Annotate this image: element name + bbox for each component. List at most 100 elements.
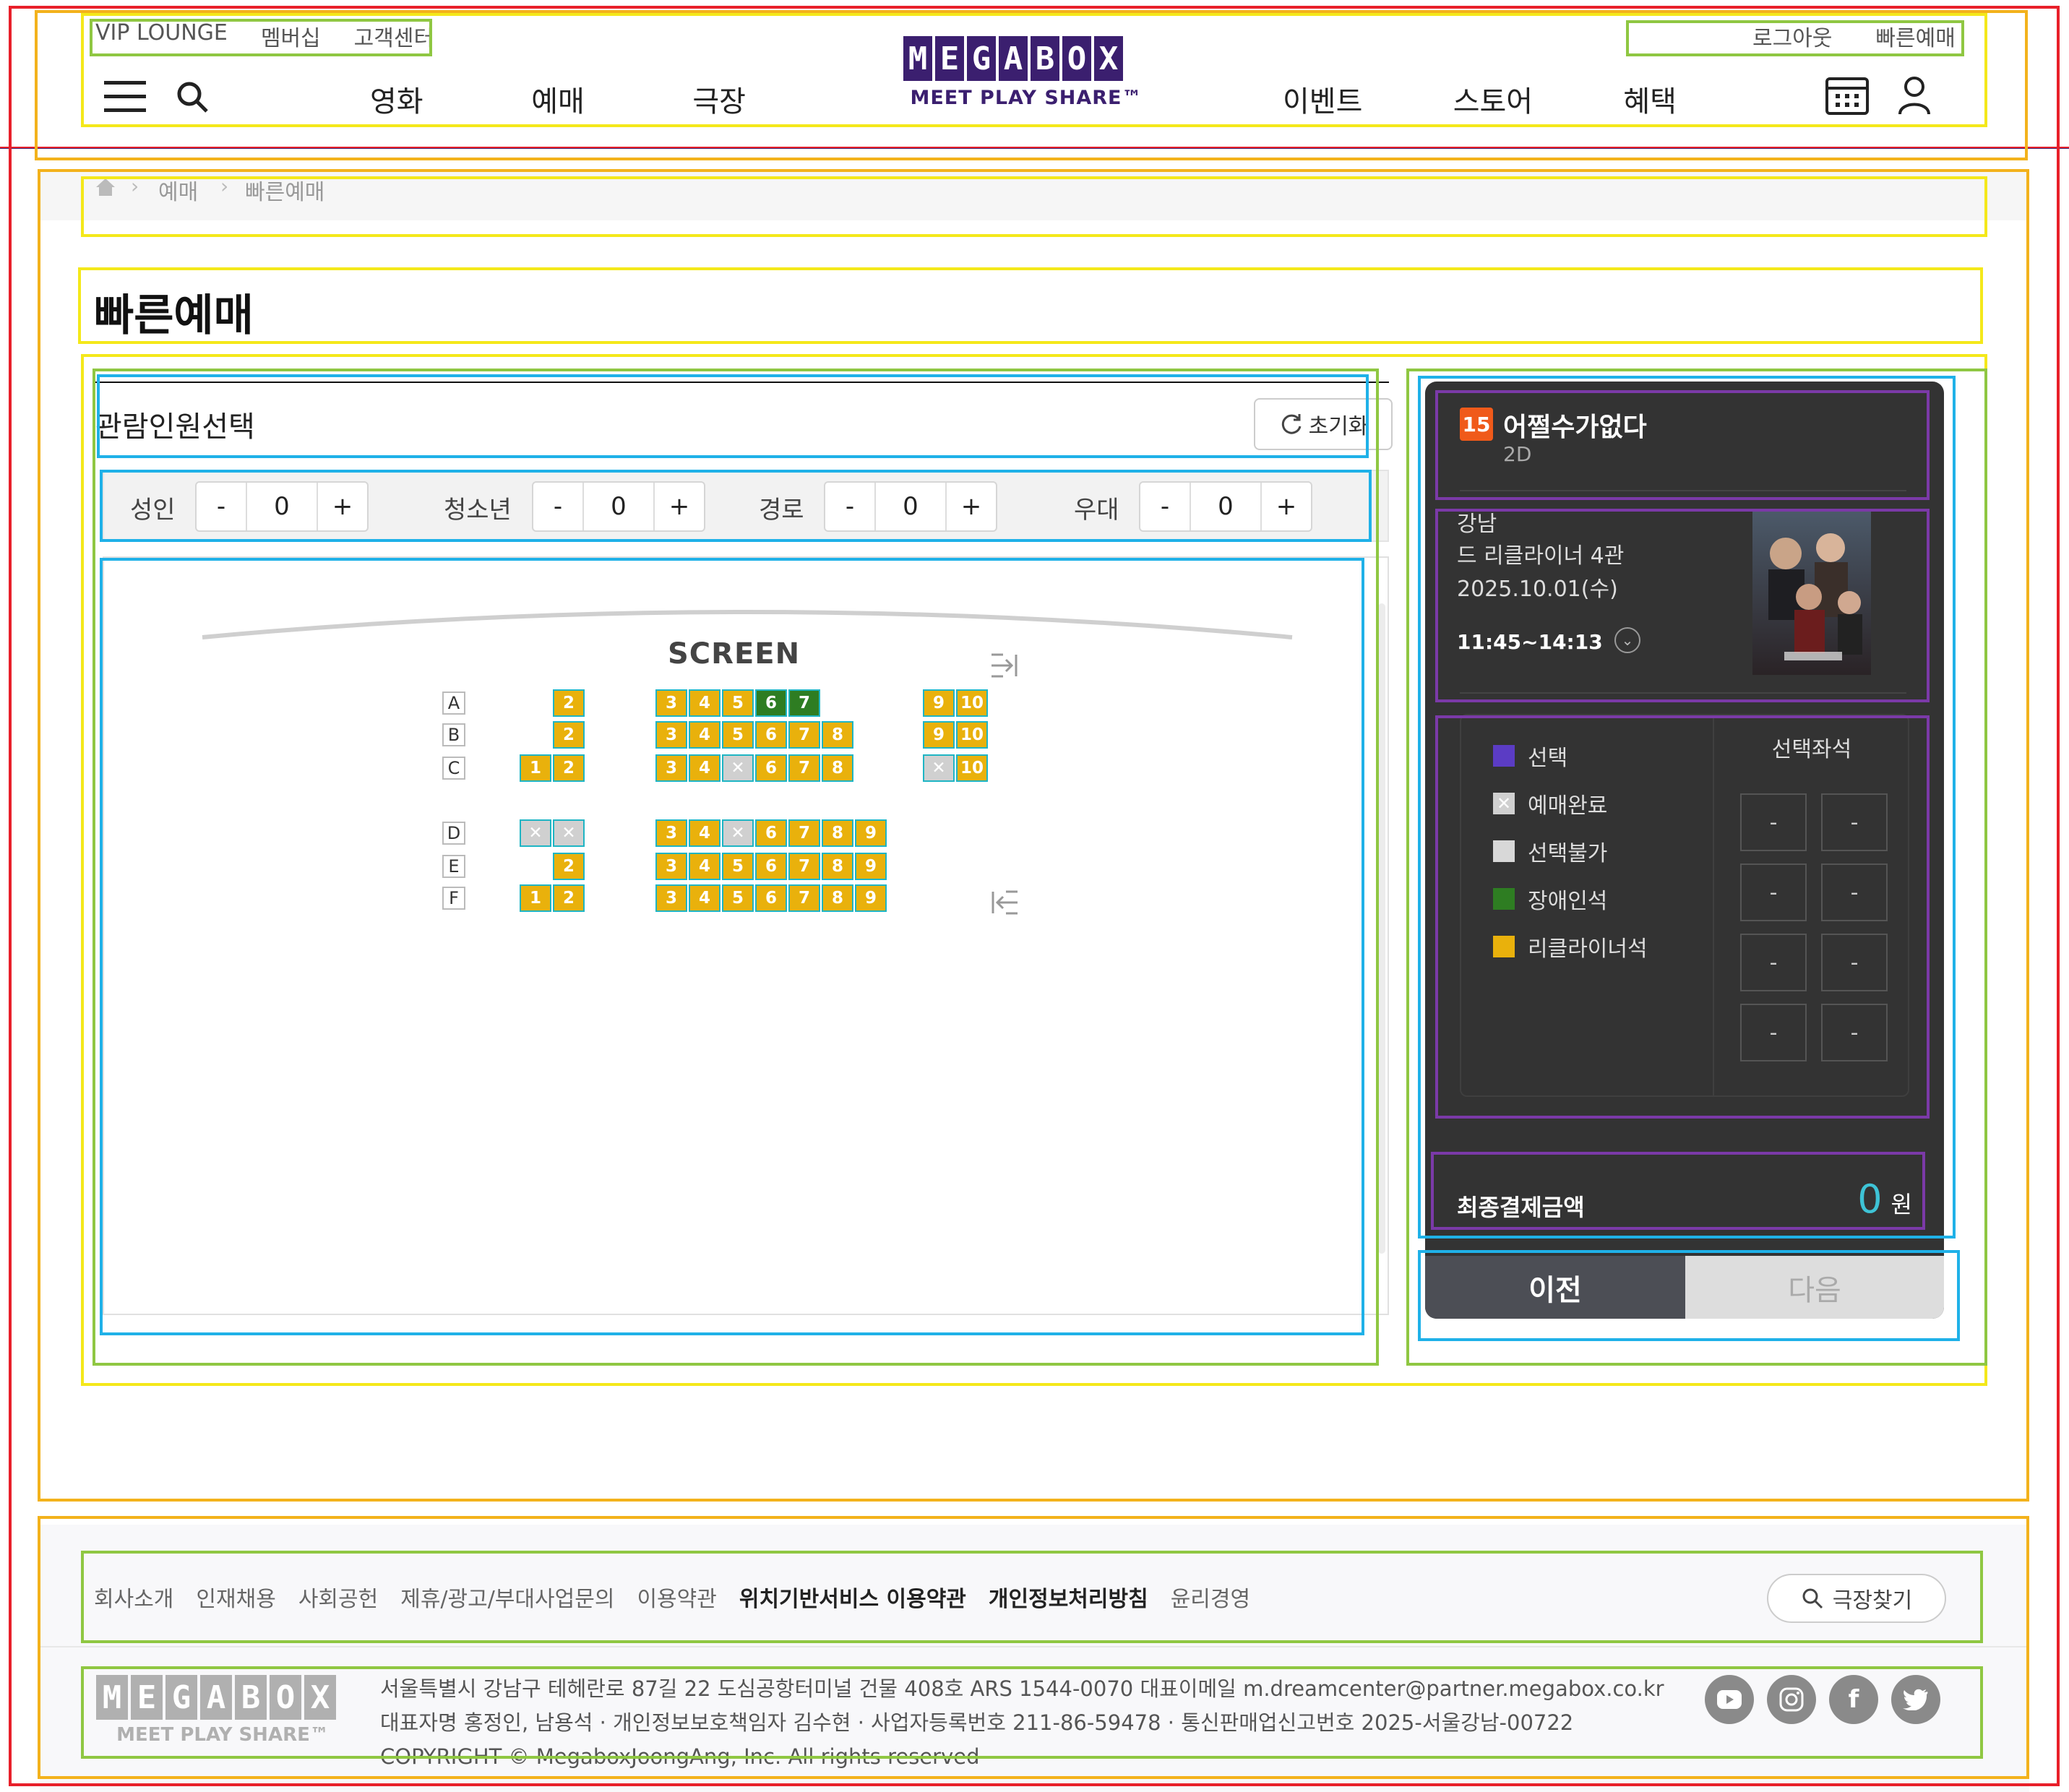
footer-link-social[interactable]: 사회공헌 <box>298 1581 378 1613</box>
seat-e-3[interactable]: 3 <box>655 853 687 880</box>
footer-link-privacy[interactable]: 개인정보처리방침 <box>989 1581 1148 1613</box>
seat-b-8[interactable]: 8 <box>822 721 853 749</box>
megabox-logo[interactable]: MEGABOX MEET PLAY SHARE™ <box>903 36 1149 109</box>
seat-b-9[interactable]: 9 <box>923 721 955 749</box>
seat-a-2[interactable]: 2 <box>553 689 585 717</box>
seat-c-8[interactable]: 8 <box>822 754 853 782</box>
seat-c-2[interactable]: 2 <box>553 754 585 782</box>
seat-d-4[interactable]: 4 <box>689 819 721 847</box>
find-theater-button[interactable]: 극장찾기 <box>1767 1574 1946 1623</box>
seat-c-10[interactable]: 10 <box>956 754 988 782</box>
seat-f-9[interactable]: 9 <box>855 884 887 912</box>
seat-f-5[interactable]: 5 <box>722 884 754 912</box>
youth-plus-button[interactable]: + <box>655 483 704 530</box>
nav-store[interactable]: 스토어 <box>1453 78 1533 120</box>
vip-lounge-link[interactable]: VIP LOUNGE <box>95 20 228 52</box>
seat-c-7[interactable]: 7 <box>788 754 820 782</box>
seat-b-2[interactable]: 2 <box>553 721 585 749</box>
seat-f-3[interactable]: 3 <box>655 884 687 912</box>
row-label-f: F <box>442 887 465 910</box>
seat-f-7[interactable]: 7 <box>788 884 820 912</box>
youth-label: 청소년 <box>444 496 512 525</box>
footer-logo-letter: O <box>270 1675 301 1720</box>
seat-d-6[interactable]: 6 <box>755 819 787 847</box>
seat-a-3[interactable]: 3 <box>655 689 687 717</box>
seat-a-10[interactable]: 10 <box>956 689 988 717</box>
nav-booking[interactable]: 예매 <box>531 78 585 120</box>
seat-a-4[interactable]: 4 <box>689 689 721 717</box>
seat-e-2[interactable]: 2 <box>553 853 585 880</box>
seat-d-8[interactable]: 8 <box>822 819 853 847</box>
seat-c-3[interactable]: 3 <box>655 754 687 782</box>
footer-link-terms[interactable]: 이용약관 <box>637 1581 716 1613</box>
footer-logo-letters: MEGABOX <box>96 1675 349 1720</box>
seat-e-7[interactable]: 7 <box>788 853 820 880</box>
quick-booking-link[interactable]: 빠른예매 <box>1875 20 1955 52</box>
youth-minus-button[interactable]: - <box>533 483 582 530</box>
search-icon[interactable] <box>175 79 210 114</box>
twitter-icon[interactable] <box>1891 1675 1940 1724</box>
adult-plus-button[interactable]: + <box>318 483 367 530</box>
seat-f-1[interactable]: 1 <box>520 884 551 912</box>
youtube-icon[interactable] <box>1705 1675 1754 1724</box>
seat-e-9[interactable]: 9 <box>855 853 887 880</box>
seat-b-6[interactable]: 6 <box>755 721 787 749</box>
seat-e-5[interactable]: 5 <box>722 853 754 880</box>
seat-a-5[interactable]: 5 <box>722 689 754 717</box>
seat-b-3[interactable]: 3 <box>655 721 687 749</box>
seat-c-6[interactable]: 6 <box>755 754 787 782</box>
seat-d-9[interactable]: 9 <box>855 819 887 847</box>
seat-f-4[interactable]: 4 <box>689 884 721 912</box>
home-icon[interactable] <box>95 177 116 197</box>
footer-link-careers[interactable]: 인재채용 <box>196 1581 275 1613</box>
seat-c-sold: ✕ <box>722 754 754 782</box>
seat-e-4[interactable]: 4 <box>689 853 721 880</box>
nav-event[interactable]: 이벤트 <box>1283 78 1362 120</box>
seat-f-8[interactable]: 8 <box>822 884 853 912</box>
membership-link[interactable]: 멤버십 <box>261 20 321 52</box>
movie-poster[interactable] <box>1752 510 1871 675</box>
footer-link-location-terms[interactable]: 위치기반서비스 이용약관 <box>739 1581 966 1613</box>
menu-icon[interactable] <box>104 79 146 112</box>
seat-c-1[interactable]: 1 <box>520 754 551 782</box>
footer-link-company[interactable]: 회사소개 <box>94 1581 173 1613</box>
reset-button[interactable]: 초기화 <box>1254 398 1393 450</box>
nav-theater[interactable]: 극장 <box>692 78 746 120</box>
seat-b-7[interactable]: 7 <box>788 721 820 749</box>
breadcrumb-booking[interactable]: 예매 <box>158 174 198 206</box>
logout-link[interactable]: 로그아웃 <box>1752 20 1832 52</box>
seat-e-8[interactable]: 8 <box>822 853 853 880</box>
next-button[interactable]: 다음 <box>1685 1256 1944 1319</box>
customer-center-link[interactable]: 고객센터 <box>354 20 434 52</box>
preferential-minus-button[interactable]: - <box>1140 483 1190 530</box>
breadcrumb-quick[interactable]: 빠른예매 <box>245 174 324 206</box>
instagram-icon[interactable] <box>1767 1675 1816 1724</box>
user-icon[interactable] <box>1897 75 1932 116</box>
preferential-plus-button[interactable]: + <box>1262 483 1311 530</box>
seatmap-scrollbar[interactable] <box>1378 603 1385 1254</box>
seat-b-5[interactable]: 5 <box>722 721 754 749</box>
seat-f-6[interactable]: 6 <box>755 884 787 912</box>
senior-plus-button[interactable]: + <box>947 483 996 530</box>
nav-benefit[interactable]: 혜택 <box>1623 78 1677 120</box>
seat-c-4[interactable]: 4 <box>689 754 721 782</box>
prev-button[interactable]: 이전 <box>1425 1256 1685 1319</box>
time-toggle-icon[interactable]: ⌄ <box>1614 627 1640 653</box>
seat-f-2[interactable]: 2 <box>553 884 585 912</box>
seatmap-area: SCREEN A B C D E F 2 3 4 5 6 7 9 10 2 3 4 5 6 7 8 9 10 1 2 3 4 ✕ 6 7 8… <box>103 556 1389 1315</box>
seat-e-6[interactable]: 6 <box>755 853 787 880</box>
seat-b-10[interactable]: 10 <box>956 721 988 749</box>
seat-d-3[interactable]: 3 <box>655 819 687 847</box>
footer-link-ethics[interactable]: 윤리경영 <box>1171 1581 1250 1613</box>
facebook-icon[interactable]: f <box>1829 1675 1878 1724</box>
nav-movie[interactable]: 영화 <box>370 78 423 120</box>
seat-b-4[interactable]: 4 <box>689 721 721 749</box>
senior-minus-button[interactable]: - <box>825 483 874 530</box>
seat-d-7[interactable]: 7 <box>788 819 820 847</box>
seat-a-6[interactable]: 6 <box>755 689 787 717</box>
adult-minus-button[interactable]: - <box>197 483 246 530</box>
seat-a-7[interactable]: 7 <box>788 689 820 717</box>
footer-link-partnership[interactable]: 제휴/광고/부대사업문의 <box>400 1581 614 1613</box>
seat-a-9[interactable]: 9 <box>923 689 955 717</box>
calendar-icon[interactable] <box>1825 75 1870 116</box>
